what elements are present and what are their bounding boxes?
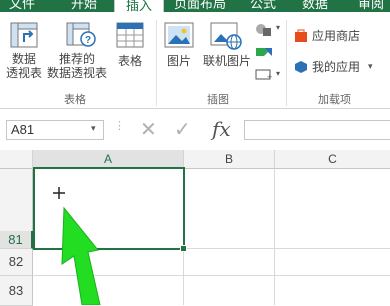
enter-icon[interactable]: ✓: [174, 117, 191, 142]
group-illustrations-label: 插图: [207, 94, 229, 106]
tab-page-layout[interactable]: 页面布局: [170, 0, 230, 12]
column-header-c[interactable]: C: [275, 150, 390, 169]
formula-bar-grip-icon: ⋮: [114, 120, 125, 132]
cursor-crosshair-icon: [53, 187, 65, 199]
row-header-83[interactable]: 83: [0, 276, 33, 306]
row-header-81[interactable]: 81: [0, 231, 33, 249]
select-all-corner[interactable]: [0, 150, 33, 169]
tab-home[interactable]: 开始: [64, 0, 104, 12]
group-tables-label: 表格: [64, 94, 86, 106]
row-header-82[interactable]: 82: [0, 249, 33, 276]
shapes-icon[interactable]: [254, 22, 274, 38]
tab-review[interactable]: 审阅: [352, 0, 390, 12]
online-picture-label: 联机图片: [202, 54, 251, 68]
fill-handle[interactable]: [180, 245, 187, 252]
tab-formulas[interactable]: 公式: [246, 0, 280, 12]
table-label: 表格: [117, 54, 142, 68]
screenshot-icon[interactable]: +: [254, 66, 276, 82]
grid-line: [274, 169, 275, 305]
pivot-table-icon: [10, 22, 38, 48]
formula-bar: A81 ▾ ⋮ ✕ ✓ fx: [0, 113, 390, 145]
picture-icon: [164, 22, 194, 48]
pivot-table-label: 数据 透视表: [5, 52, 42, 80]
name-box-dropdown-icon[interactable]: ▾: [91, 123, 96, 134]
recommended-pivot-icon: ?: [66, 22, 96, 47]
green-arrow-icon: [61, 206, 101, 305]
tab-data[interactable]: 数据: [296, 0, 334, 12]
screenshot-dropdown-icon[interactable]: ▾: [276, 69, 280, 78]
group-addins-label: 加载项: [318, 94, 351, 106]
cancel-icon[interactable]: ✕: [140, 117, 157, 142]
tab-file[interactable]: 文件: [0, 0, 44, 12]
recommended-pivot-label: 推荐的 数据透视表: [46, 52, 107, 80]
online-picture-icon: [210, 22, 242, 50]
svg-text:?: ?: [85, 35, 91, 46]
smartart-icon[interactable]: [254, 44, 274, 60]
ribbon-insert: 数据 透视表 ? 推荐的 数据透视表 表格 表格 图片 联机图片 ▾ + ▾ 插…: [0, 12, 390, 109]
name-box[interactable]: A81 ▾: [6, 120, 104, 140]
store-icon: [295, 29, 307, 42]
shapes-dropdown-icon[interactable]: ▾: [276, 23, 280, 32]
formula-input[interactable]: [244, 120, 390, 140]
my-apps-dropdown-icon[interactable]: ▾: [368, 61, 373, 72]
my-apps-label: 我的应用: [312, 60, 361, 74]
ribbon-tab-bar: 文件 开始 插入 页面布局 公式 数据 审阅: [0, 0, 390, 13]
table-icon: [116, 22, 144, 48]
app-store-label: 应用商店: [312, 29, 361, 43]
ribbon-separator: [156, 20, 157, 106]
my-apps-icon: [295, 61, 307, 73]
insert-function-icon[interactable]: fx: [212, 117, 231, 141]
column-header-b[interactable]: B: [184, 150, 275, 169]
ribbon-separator: [286, 20, 287, 106]
picture-label: 图片: [166, 54, 191, 68]
svg-text:+: +: [267, 72, 272, 82]
name-box-value: A81: [11, 122, 35, 137]
